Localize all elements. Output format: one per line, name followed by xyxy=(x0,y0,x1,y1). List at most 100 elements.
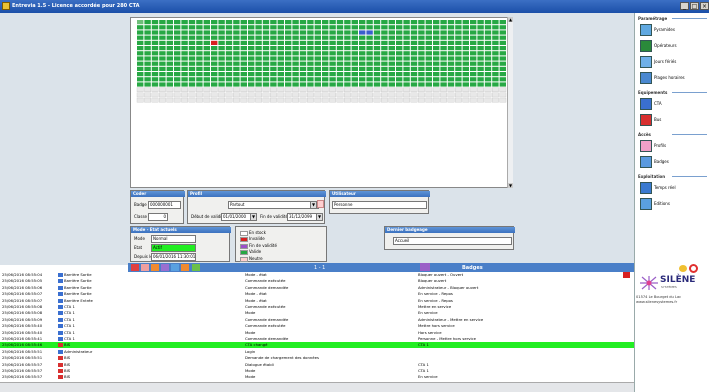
badge-cell[interactable] xyxy=(307,51,314,56)
badge-cell[interactable] xyxy=(388,20,395,25)
badge-cell[interactable] xyxy=(359,56,366,61)
badge-cell[interactable] xyxy=(144,77,151,82)
badge-cell[interactable] xyxy=(477,61,484,66)
delete-icon[interactable] xyxy=(181,264,189,271)
badge-cell[interactable] xyxy=(322,77,329,82)
badge-cell[interactable] xyxy=(381,30,388,35)
badge-cell[interactable] xyxy=(447,51,455,56)
badge-cell[interactable] xyxy=(462,20,469,25)
badge-cell[interactable] xyxy=(484,87,492,92)
log-row[interactable]: 25/06/2016 08:55:07 Barrière Sortie Mode -… xyxy=(0,291,634,297)
badge-cell[interactable] xyxy=(381,77,388,82)
badge-cell[interactable] xyxy=(477,97,484,103)
badge-cell[interactable] xyxy=(188,40,196,45)
badge-cell[interactable] xyxy=(255,82,262,87)
badge-cell[interactable] xyxy=(218,72,225,77)
badge-cell[interactable] xyxy=(203,25,210,30)
badge-cell[interactable] xyxy=(432,87,440,92)
badge-cell[interactable] xyxy=(240,97,248,103)
badge-cell[interactable] xyxy=(455,56,462,61)
badge-cell[interactable] xyxy=(277,30,284,35)
badge-cell[interactable] xyxy=(388,25,395,30)
badge-cell[interactable] xyxy=(403,82,410,87)
badge-cell[interactable] xyxy=(462,72,469,77)
badge-cell[interactable] xyxy=(277,87,285,92)
sidebar-item-jours-f-ri-s[interactable]: Jours fériés xyxy=(640,56,700,68)
sidebar-item-bus[interactable]: Bus xyxy=(640,114,700,126)
badge-cell[interactable] xyxy=(255,66,262,71)
badge-cell[interactable] xyxy=(225,66,233,71)
badge-cell[interactable] xyxy=(166,35,173,40)
badge-cell[interactable] xyxy=(307,25,314,30)
badge-cell[interactable] xyxy=(344,30,351,35)
badge-cell[interactable] xyxy=(373,51,381,56)
badge-cell[interactable] xyxy=(492,97,499,103)
badge-cell[interactable] xyxy=(477,40,484,45)
badge-cell[interactable] xyxy=(270,46,277,51)
badge-cell[interactable] xyxy=(144,20,151,25)
badge-cell[interactable] xyxy=(447,87,455,92)
badge-cell[interactable] xyxy=(203,66,210,71)
badge-cell[interactable] xyxy=(299,56,307,61)
badge-cell[interactable] xyxy=(403,25,410,30)
badge-cell[interactable] xyxy=(270,77,277,82)
badge-cell[interactable] xyxy=(410,35,418,40)
badge-cell[interactable] xyxy=(137,61,144,66)
badge-cell[interactable] xyxy=(225,72,233,77)
badge-cell[interactable] xyxy=(196,46,203,51)
badge-cell[interactable] xyxy=(462,30,469,35)
badge-cell[interactable] xyxy=(455,66,462,71)
badge-cell[interactable] xyxy=(433,77,440,82)
badge-cell[interactable] xyxy=(314,61,321,66)
badge-cell[interactable] xyxy=(373,61,381,66)
badge-cell[interactable] xyxy=(336,72,344,77)
badge-cell[interactable] xyxy=(336,56,344,61)
badge-cell[interactable] xyxy=(203,77,210,82)
badge-cell[interactable] xyxy=(285,46,292,51)
badge-cell[interactable] xyxy=(410,97,418,103)
badge-cell[interactable] xyxy=(262,66,270,71)
badge-cell[interactable] xyxy=(144,40,151,45)
badge-cell[interactable] xyxy=(188,61,196,66)
badge-cell[interactable] xyxy=(388,56,395,61)
badge-cell[interactable] xyxy=(144,97,151,103)
badge-cell[interactable] xyxy=(211,51,218,56)
badge-cell[interactable] xyxy=(388,40,395,45)
badge-cell[interactable] xyxy=(336,46,344,51)
badge-cell[interactable] xyxy=(477,82,484,87)
badge-cell[interactable] xyxy=(174,82,181,87)
badge-cell[interactable] xyxy=(218,77,225,82)
badge-cell[interactable] xyxy=(233,20,240,25)
badge-cell[interactable] xyxy=(262,20,270,25)
badge-cell[interactable] xyxy=(373,40,381,45)
badge-cell[interactable] xyxy=(233,66,240,71)
badge-cell[interactable] xyxy=(270,40,277,45)
badge-cell[interactable] xyxy=(447,35,455,40)
badge-cell[interactable] xyxy=(203,92,211,98)
badge-cell[interactable] xyxy=(433,25,440,30)
badge-cell[interactable] xyxy=(314,97,322,103)
badge-cell[interactable] xyxy=(233,72,240,77)
badge-cell[interactable] xyxy=(248,30,255,35)
badge-cell[interactable] xyxy=(284,87,292,92)
badge-cell[interactable] xyxy=(299,77,307,82)
badge-cell[interactable] xyxy=(499,72,506,77)
badge-cell[interactable] xyxy=(492,82,499,87)
badge-cell[interactable] xyxy=(336,82,344,87)
badge-cell[interactable] xyxy=(203,97,211,103)
badge-cell[interactable] xyxy=(418,35,425,40)
badge-cell[interactable] xyxy=(151,30,159,35)
badge-cell[interactable] xyxy=(299,46,307,51)
badge-cell[interactable] xyxy=(248,35,255,40)
fin-dropdown-icon[interactable]: ▼ xyxy=(316,213,323,221)
badge-cell[interactable] xyxy=(159,25,166,30)
badge-cell[interactable] xyxy=(447,92,455,98)
badge-cell[interactable] xyxy=(277,51,284,56)
badge-cell[interactable] xyxy=(314,87,322,92)
badge-cell[interactable] xyxy=(255,77,262,82)
badge-cell[interactable] xyxy=(396,56,403,61)
badge-cell[interactable] xyxy=(322,25,329,30)
badge-cell[interactable] xyxy=(462,51,469,56)
refresh-icon[interactable] xyxy=(192,264,200,271)
badge-cell[interactable] xyxy=(373,77,381,82)
